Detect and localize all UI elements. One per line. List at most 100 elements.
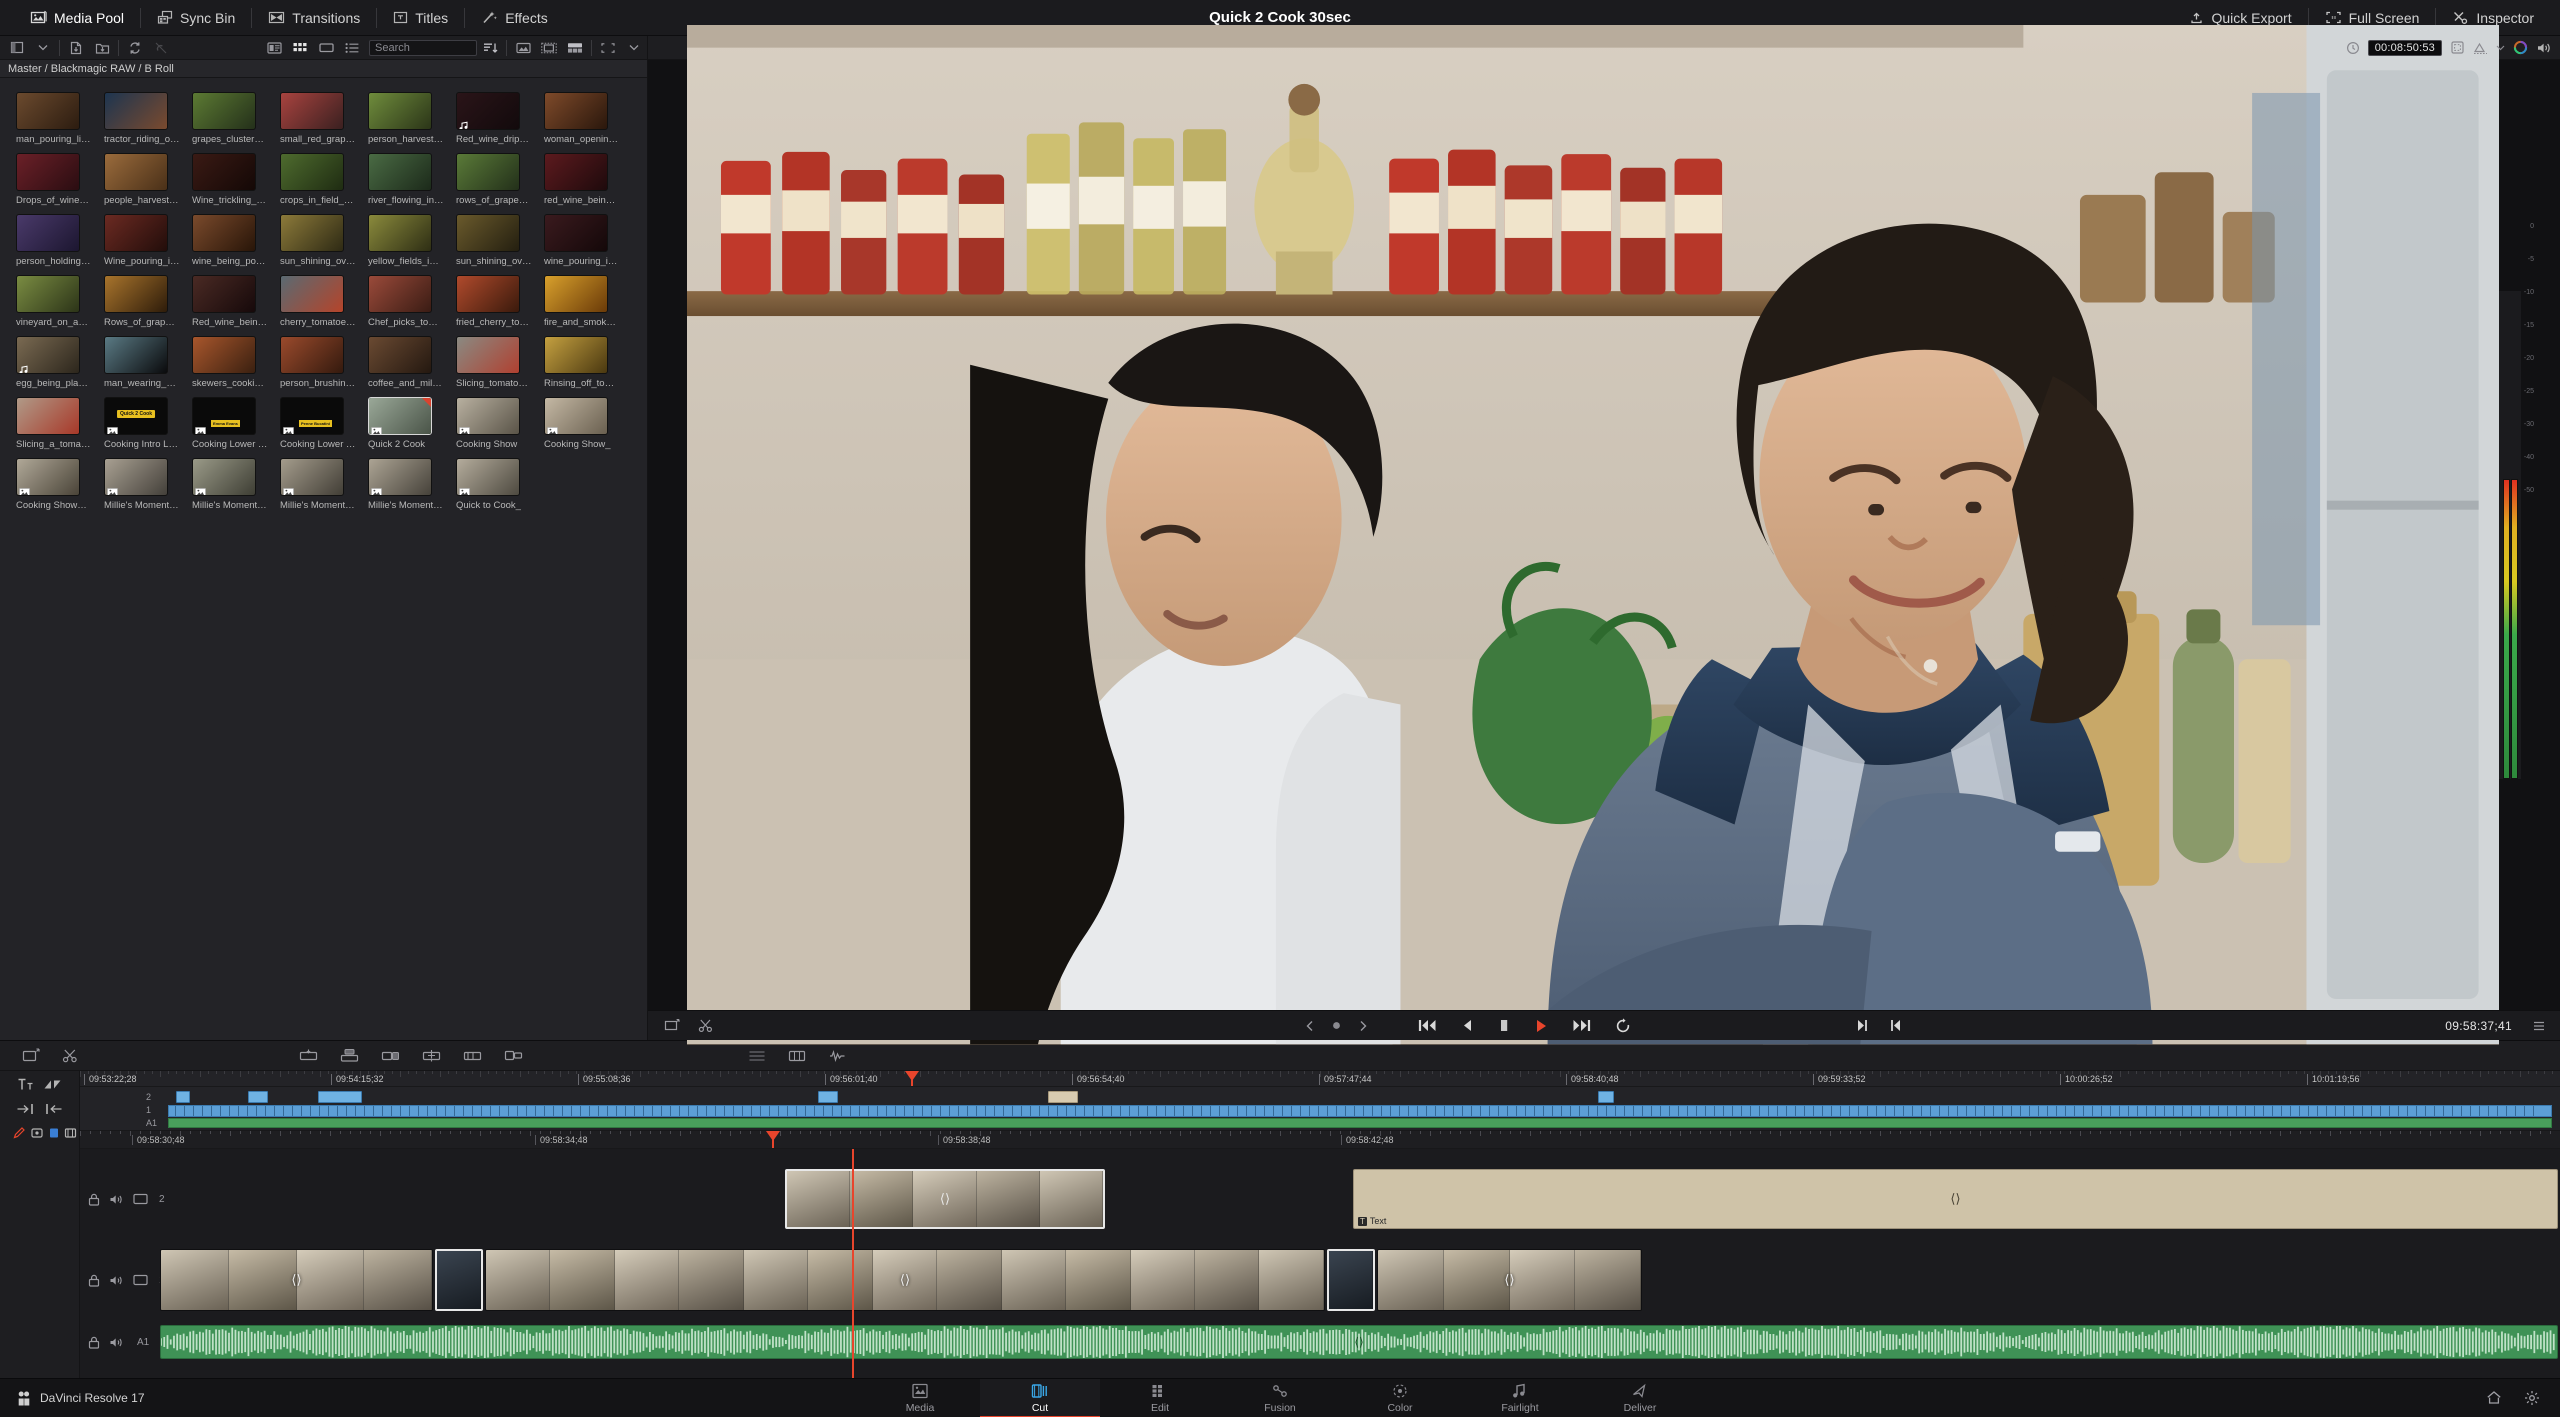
media-clip-item[interactable]: Slicing_a_tomato_... bbox=[16, 397, 104, 450]
media-clip-item[interactable]: small_red_grape_c... bbox=[280, 92, 368, 145]
clip-thumbnail[interactable] bbox=[456, 336, 520, 374]
clip-thumbnail[interactable] bbox=[368, 458, 432, 496]
timeline-clip[interactable]: ⟨⟩ bbox=[1377, 1249, 1642, 1311]
clip-thumbnail[interactable] bbox=[280, 214, 344, 252]
overview-track-v1[interactable] bbox=[168, 1105, 2552, 1117]
clip-thumbnail[interactable] bbox=[16, 336, 80, 374]
filmstrip-view-button[interactable] bbox=[313, 37, 339, 59]
skip-back-icon[interactable] bbox=[1418, 1018, 1437, 1033]
audio-mute-icon[interactable] bbox=[109, 1274, 124, 1287]
media-clip-item[interactable]: wine_being_poure... bbox=[192, 214, 280, 267]
media-clip-item[interactable]: Cooking Show_ bbox=[544, 397, 632, 450]
metadata-view-button[interactable] bbox=[261, 37, 287, 59]
page-button-fairlight[interactable]: Fairlight bbox=[1460, 1379, 1580, 1417]
media-clip-item[interactable]: Wine_pouring_int... bbox=[104, 214, 192, 267]
audio-mute-icon[interactable] bbox=[109, 1193, 124, 1206]
media-clip-item[interactable]: egg_being_placed... bbox=[16, 336, 104, 389]
mark-in-icon[interactable] bbox=[1855, 1018, 1868, 1033]
clip-thumbnail[interactable] bbox=[544, 214, 608, 252]
clip-thumbnail[interactable] bbox=[368, 92, 432, 130]
video-toggle-icon[interactable] bbox=[133, 1274, 148, 1286]
scissors-icon[interactable] bbox=[62, 1048, 79, 1063]
timeline-detail-ruler[interactable]: 09:58:30;48 09:58:34;48 09:58:38;48 09:58:4… bbox=[80, 1131, 2560, 1149]
unlink-clips-button[interactable] bbox=[148, 37, 174, 59]
media-clip-item[interactable]: river_flowing_in_t... bbox=[368, 153, 456, 206]
media-clip-item[interactable]: Drops_of_wine_sp... bbox=[16, 153, 104, 206]
smart-insert-icon[interactable] bbox=[422, 1048, 441, 1063]
source-overwrite-icon[interactable] bbox=[299, 1048, 318, 1063]
clip-thumbnail[interactable] bbox=[456, 397, 520, 435]
audio-icon[interactable] bbox=[2536, 41, 2552, 55]
media-clip-item[interactable]: coffee_and_milk_b... bbox=[368, 336, 456, 389]
media-clip-item[interactable]: Quick 2 Cook bbox=[368, 397, 456, 450]
page-button-deliver[interactable]: Deliver bbox=[1580, 1379, 1700, 1417]
overview-clip[interactable] bbox=[1598, 1091, 1614, 1103]
media-clip-item[interactable]: Millie's Moments ... bbox=[280, 458, 368, 511]
media-clip-item[interactable]: Wine_trickling_fro... bbox=[192, 153, 280, 206]
clip-thumbnail[interactable] bbox=[192, 153, 256, 191]
media-clip-item[interactable]: Red_wine_being_p... bbox=[192, 275, 280, 328]
audio-waveform-icon[interactable] bbox=[828, 1049, 846, 1063]
overview-playhead-handle[interactable] bbox=[905, 1071, 919, 1081]
clip-thumbnail[interactable] bbox=[544, 275, 608, 313]
list-view-button[interactable] bbox=[339, 37, 365, 59]
clip-thumbnail[interactable] bbox=[16, 275, 80, 313]
clip-thumbnail[interactable] bbox=[16, 397, 80, 435]
media-clip-item[interactable]: Emma Evans Cooking Lower Thi... bbox=[192, 397, 280, 450]
clip-thumbnail[interactable] bbox=[192, 214, 256, 252]
search-input[interactable] bbox=[369, 39, 477, 56]
next-marker-icon[interactable] bbox=[1358, 1020, 1368, 1032]
export-still-icon[interactable] bbox=[664, 1018, 680, 1033]
overview-clip[interactable] bbox=[1048, 1091, 1078, 1103]
clip-thumbnail[interactable] bbox=[456, 458, 520, 496]
clock-icon[interactable] bbox=[2346, 41, 2360, 55]
timeline-tracks[interactable]: 2 1 A1 ⟨⟩ TText ⟨⟩ ⟨⟩ ⟨⟩ ⟨⟩ ⟨⟩ bbox=[80, 1149, 2560, 1378]
timeline-text-clip[interactable]: T Text ⟨⟩ bbox=[1353, 1169, 2558, 1229]
timeline-clip[interactable]: ⟨⟩ bbox=[160, 1249, 433, 1311]
thumbnail-view-button[interactable] bbox=[287, 37, 313, 59]
clip-thumbnail[interactable] bbox=[456, 214, 520, 252]
transition-tool-icon[interactable] bbox=[43, 1077, 62, 1092]
tab-media-pool[interactable]: Media Pool bbox=[14, 0, 140, 36]
timeline-clip[interactable] bbox=[1327, 1249, 1375, 1311]
safe-area-icon[interactable] bbox=[2450, 40, 2465, 55]
play-icon[interactable] bbox=[1534, 1018, 1548, 1034]
timeline-clip[interactable]: ⟨⟩ bbox=[785, 1169, 1105, 1229]
clip-thumbnail[interactable] bbox=[368, 336, 432, 374]
text-tool-icon[interactable] bbox=[17, 1077, 34, 1092]
clip-thumbnail[interactable] bbox=[104, 458, 168, 496]
trim-out-icon[interactable] bbox=[44, 1102, 63, 1116]
media-clip-item[interactable]: man_wearing_an_... bbox=[104, 336, 192, 389]
media-clip-item[interactable]: Quick 2 Cook Cooking Intro Log... bbox=[104, 397, 192, 450]
tab-sync-bin[interactable]: Sync Bin bbox=[141, 0, 251, 36]
overview-clip[interactable] bbox=[248, 1091, 268, 1103]
ripple-overwrite-icon[interactable] bbox=[463, 1048, 482, 1063]
viewer-timecode[interactable]: 00:08:50:53 bbox=[2367, 39, 2442, 56]
color-wheel-icon[interactable] bbox=[2513, 40, 2528, 55]
stop-icon[interactable] bbox=[1498, 1018, 1510, 1033]
sync-clips-button[interactable] bbox=[122, 37, 148, 59]
tab-titles[interactable]: Titles bbox=[377, 0, 464, 36]
media-clip-item[interactable]: sun_shining_over_... bbox=[280, 214, 368, 267]
lock-icon[interactable] bbox=[88, 1193, 100, 1206]
clip-thumbnail[interactable] bbox=[192, 275, 256, 313]
timeline-overview[interactable]: 2 1 A1 bbox=[80, 1087, 2560, 1131]
annotation-icon[interactable] bbox=[2473, 41, 2488, 55]
clip-thumbnail[interactable] bbox=[456, 92, 520, 130]
clip-thumbnail[interactable] bbox=[280, 458, 344, 496]
page-button-cut[interactable]: Cut bbox=[980, 1378, 1100, 1417]
clip-thumbnail[interactable] bbox=[368, 153, 432, 191]
clip-thumbnail[interactable] bbox=[16, 458, 80, 496]
tab-effects[interactable]: Effects bbox=[465, 0, 564, 36]
media-clip-item[interactable]: fire_and_smoke_c... bbox=[544, 275, 632, 328]
media-clip-item[interactable]: Chef_picks_tomat... bbox=[368, 275, 456, 328]
media-clip-item[interactable]: skewers_cooking_... bbox=[192, 336, 280, 389]
clip-thumbnail[interactable]: Penne Bucatini bbox=[280, 397, 344, 435]
playhead-handle[interactable] bbox=[766, 1131, 780, 1141]
breadcrumb[interactable]: Master / Blackmagic RAW / B Roll bbox=[0, 60, 647, 78]
clip-thumbnail[interactable] bbox=[280, 92, 344, 130]
import-media-button[interactable] bbox=[63, 37, 89, 59]
clip-thumbnail[interactable] bbox=[544, 153, 608, 191]
clip-thumbnail[interactable] bbox=[104, 92, 168, 130]
clip-thumbnail[interactable] bbox=[104, 275, 168, 313]
